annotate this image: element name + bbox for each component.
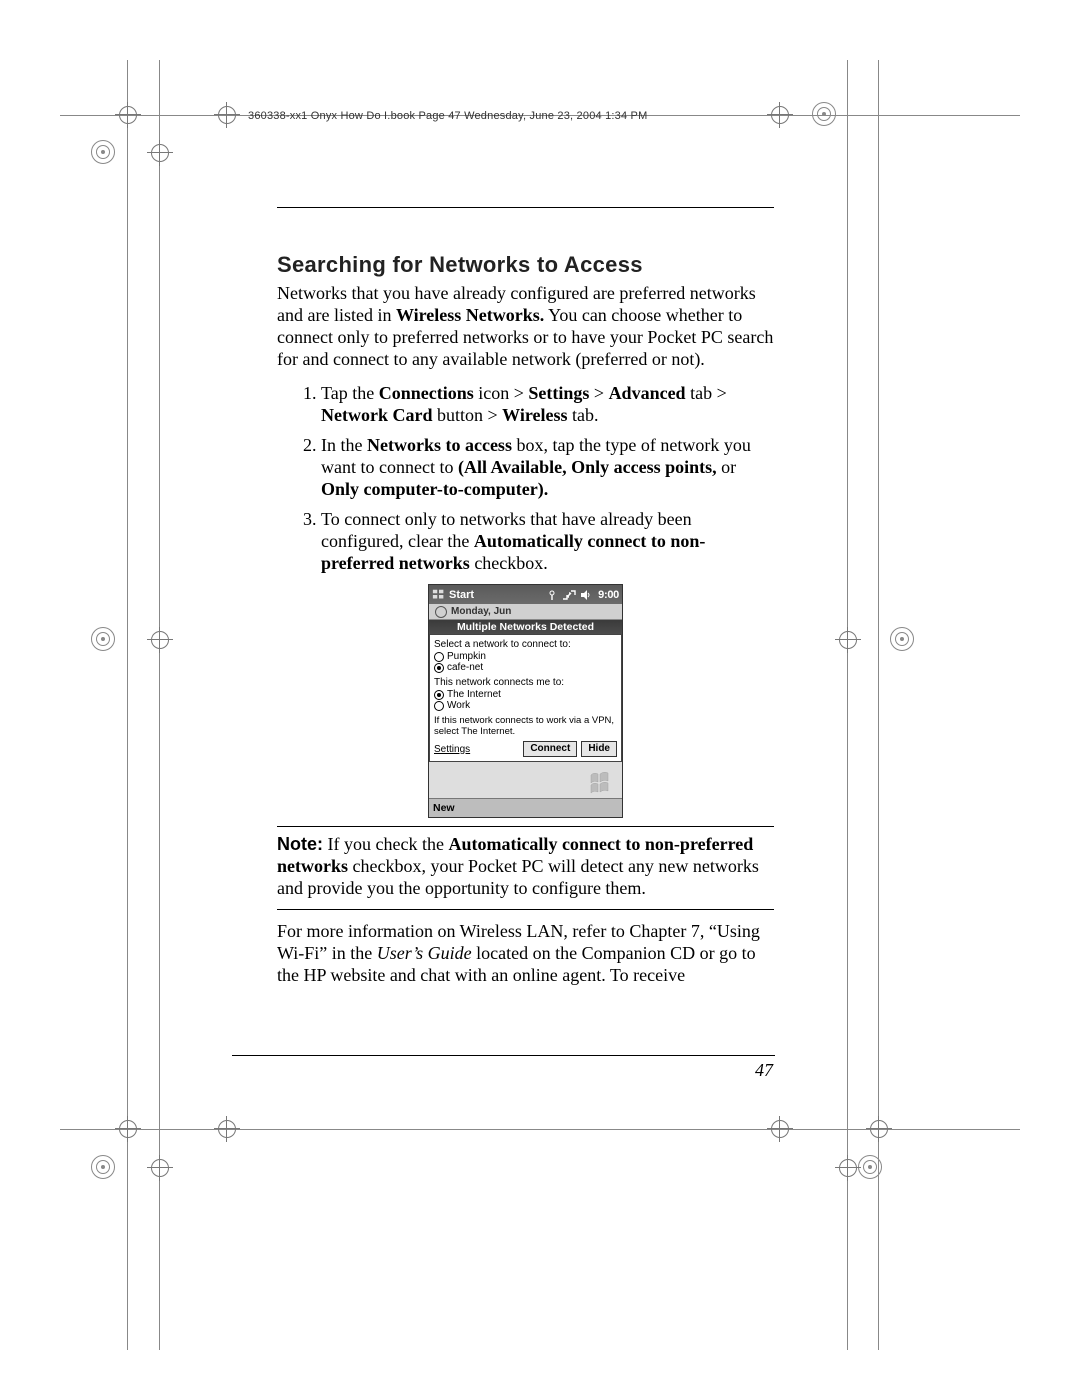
ppc-connects-internet[interactable]: The Internet [434,689,617,700]
color-target-icon [812,102,836,126]
note-rule-top [277,826,774,827]
pocketpc-screenshot: Start 9:00 Monday, Jun Multiple Networks… [428,584,623,818]
page-number: 47 [755,1060,773,1081]
ppc-clock[interactable]: 9:00 [598,589,619,601]
note-paragraph: Note: If you check the Automatically con… [277,833,774,899]
step-3: To connect only to networks that have al… [321,508,774,574]
steps-list: Tap the Connections icon > Settings > Ad… [277,382,774,574]
ppc-new-button[interactable]: New [433,802,455,814]
ppc-network-option-cafenet[interactable]: cafe-net [434,662,617,673]
ppc-settings-link[interactable]: Settings [434,744,519,755]
windows-flag-icon [432,588,446,602]
antenna-icon[interactable] [546,589,558,601]
crop-rail-right-2 [878,60,879,1350]
color-target-icon [91,140,115,164]
crop-rail-right-1 [847,60,848,1350]
ppc-network-option-pumpkin[interactable]: Pumpkin [434,651,617,662]
ppc-select-network-label: Select a network to connect to: [434,639,617,650]
ppc-connects-label: This network connects me to: [434,677,617,688]
ppc-titlebar: Start 9:00 [429,585,622,604]
registration-mark-icon [835,627,861,653]
intro-paragraph: Networks that you have already configure… [277,282,774,370]
step-1: Tap the Connections icon > Settings > Ad… [321,382,774,426]
ppc-vpn-note: If this network connects to work via a V… [434,715,617,737]
section-heading: Searching for Networks to Access [277,252,774,278]
ppc-bottom-bar: New [429,798,622,817]
color-target-icon [890,627,914,651]
ppc-start-label[interactable]: Start [449,589,474,601]
crop-rail-left-2 [159,60,160,1350]
registration-mark-icon [147,1155,173,1181]
more-info-paragraph: For more information on Wireless LAN, re… [277,920,774,986]
registration-mark-icon [147,140,173,166]
speaker-icon[interactable] [580,589,592,601]
step-2: In the Networks to access box, tap the t… [321,434,774,500]
connection-icon[interactable] [562,589,576,601]
windows-logo-icon [590,772,616,794]
color-target-icon [91,627,115,651]
ppc-desktop-area [429,762,622,798]
registration-mark-icon [835,1155,861,1181]
crop-rail-bottom [60,1129,1020,1130]
ppc-dialog-title: Multiple Networks Detected [429,620,622,634]
ppc-date-strip: Monday, Jun [429,604,622,620]
ppc-connects-work[interactable]: Work [434,700,617,711]
registration-mark-icon [147,627,173,653]
ppc-dialog-panel: Select a network to connect to: Pumpkin … [429,634,622,762]
ppc-hide-button[interactable]: Hide [581,741,617,757]
page-footer: 47 [232,1055,775,1081]
document-meta-line: 360338-xx1 Onyx How Do I.book Page 47 We… [248,110,647,122]
crop-rail-left-1 [127,60,128,1350]
ppc-connect-button[interactable]: Connect [523,741,577,757]
top-rule [277,207,774,208]
note-rule-bottom [277,909,774,910]
status-dot-icon [435,606,447,618]
color-target-icon [91,1155,115,1179]
